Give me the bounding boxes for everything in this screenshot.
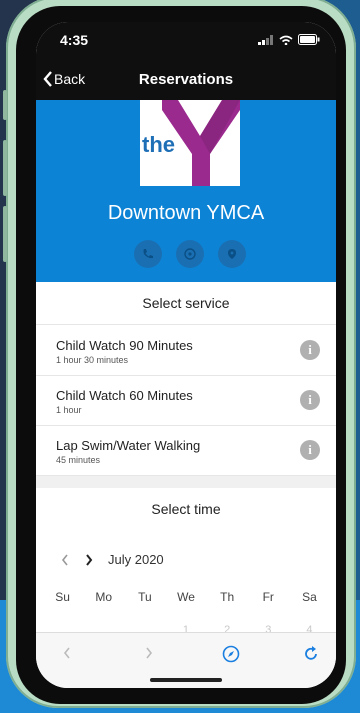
browser-back-icon[interactable] xyxy=(62,645,72,661)
navigation-bar: Back Reservations xyxy=(36,62,336,100)
directions-button[interactable] xyxy=(218,240,246,268)
contact-actions xyxy=(134,240,246,268)
weekday-label: We xyxy=(177,590,195,604)
info-icon[interactable]: i xyxy=(300,340,320,360)
ymca-logo: the YMCA xyxy=(140,100,240,186)
system-icons xyxy=(258,34,320,45)
service-item[interactable]: Child Watch 60 Minutes 1 hour i xyxy=(36,375,336,426)
select-service-heading: Select service xyxy=(36,282,336,325)
volume-down-button xyxy=(3,206,7,262)
service-name: Lap Swim/Water Walking xyxy=(56,438,201,453)
service-item[interactable]: Lap Swim/Water Walking 45 minutes i xyxy=(36,425,336,476)
weekday-label: Mo xyxy=(95,590,113,604)
status-time: 4:35 xyxy=(60,32,89,48)
wifi-icon xyxy=(279,35,293,45)
screen: 4:35 Back Reservations the YMCA Downtown… xyxy=(36,22,336,688)
home-indicator xyxy=(150,678,222,682)
compass-icon[interactable] xyxy=(222,645,240,663)
month-label: July 2020 xyxy=(108,552,164,567)
page-title: Reservations xyxy=(138,71,234,88)
location-name: Downtown YMCA xyxy=(107,202,265,224)
battery-icon xyxy=(298,34,320,45)
logo-text: the xyxy=(142,132,175,157)
signal-icon xyxy=(258,34,273,45)
previous-month-icon[interactable] xyxy=(60,553,70,567)
phone-button[interactable] xyxy=(134,240,162,268)
refresh-icon[interactable] xyxy=(302,645,320,663)
service-duration: 45 minutes xyxy=(56,455,101,465)
service-name: Child Watch 60 Minutes xyxy=(56,388,193,403)
mute-switch xyxy=(3,90,7,120)
info-icon[interactable]: i xyxy=(300,390,320,410)
map-pin-icon xyxy=(228,249,236,259)
weekday-header: Su Mo Tu We Th Fr Sa xyxy=(36,590,336,604)
phone-icon xyxy=(143,249,153,259)
weekday-label: Tu xyxy=(138,590,152,604)
select-time-heading: Select time xyxy=(151,501,221,517)
month-navigator: July 2020 xyxy=(60,552,164,567)
section-divider xyxy=(36,476,336,488)
next-month-icon[interactable] xyxy=(84,553,94,567)
service-name: Child Watch 90 Minutes xyxy=(56,338,193,353)
service-duration: 1 hour 30 minutes xyxy=(56,355,129,365)
globe-icon xyxy=(184,248,196,260)
location-header: the YMCA Downtown YMCA xyxy=(36,100,336,282)
status-bar: 4:35 xyxy=(36,22,336,62)
website-button[interactable] xyxy=(176,240,204,268)
browser-forward-icon[interactable] xyxy=(144,645,154,661)
volume-up-button xyxy=(3,140,7,196)
service-duration: 1 hour xyxy=(56,405,82,415)
ymca-logo-mark: the YMCA xyxy=(142,100,240,186)
info-icon[interactable]: i xyxy=(300,440,320,460)
weekday-label: Sa xyxy=(302,590,317,604)
service-item[interactable]: Child Watch 90 Minutes 1 hour 30 minutes… xyxy=(36,325,336,376)
weekday-label: Fr xyxy=(262,590,274,604)
weekday-label: Th xyxy=(220,590,235,604)
logo-sub: YMCA xyxy=(214,162,228,180)
weekday-label: Su xyxy=(55,590,70,604)
